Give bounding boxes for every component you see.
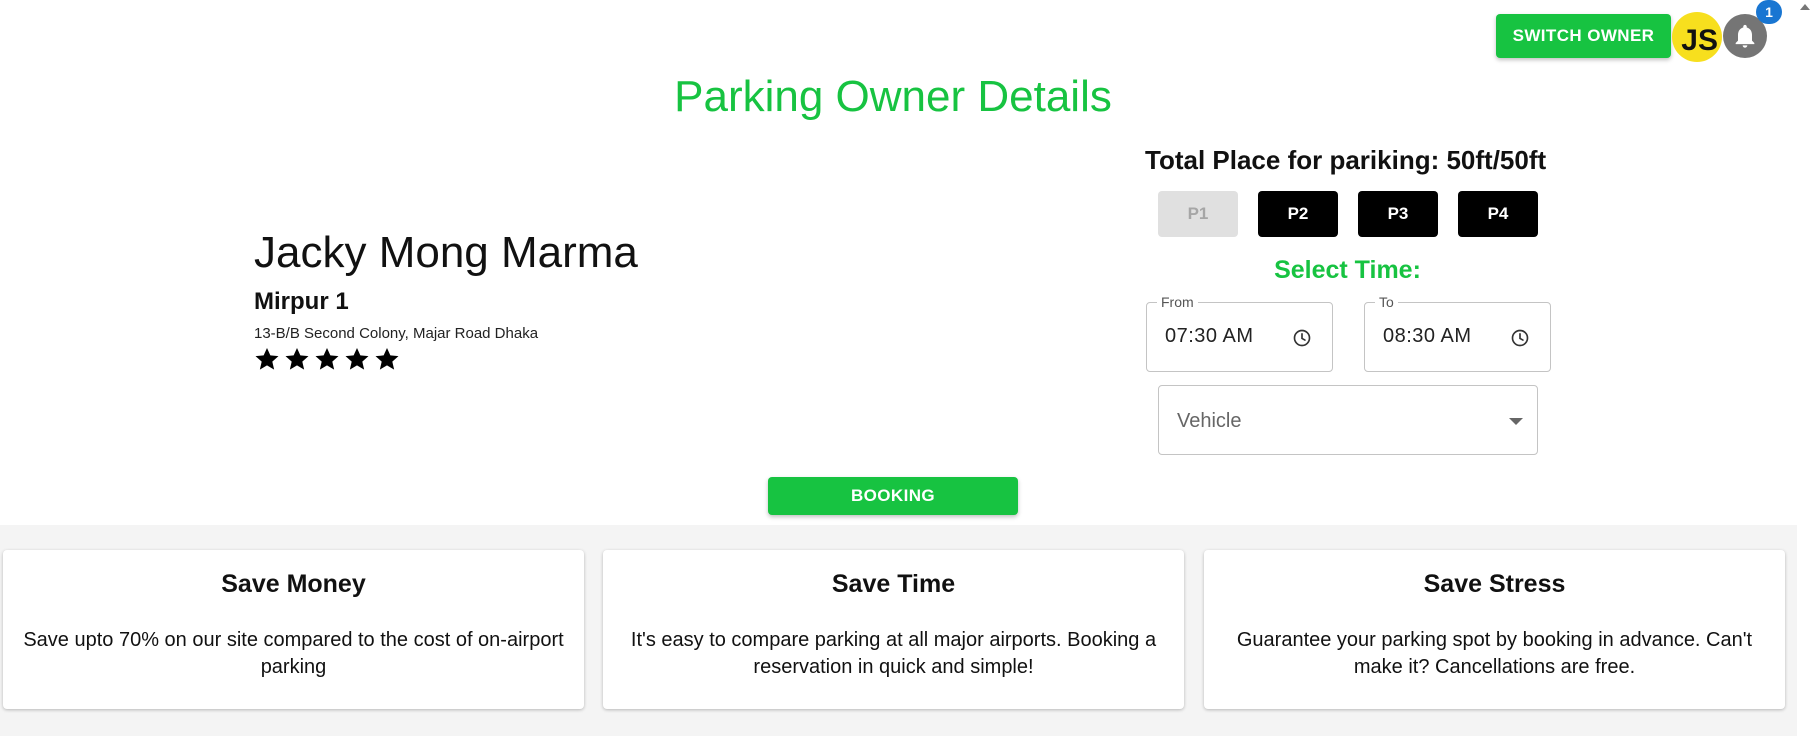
to-time-value[interactable]: 08:30 AM — [1383, 325, 1472, 348]
notification-badge: 1 — [1756, 0, 1782, 24]
features-section: Save Money Save upto 70% on our site com… — [0, 525, 1797, 736]
slot-button-p1[interactable]: P1 — [1158, 191, 1238, 237]
chevron-down-icon — [1509, 418, 1523, 425]
avatar[interactable]: JS — [1672, 12, 1722, 62]
feature-card-save-stress: Save Stress Guarantee your parking spot … — [1204, 550, 1785, 709]
feature-title: Save Stress — [1423, 570, 1566, 598]
bell-icon — [1735, 24, 1755, 48]
star-icon — [375, 347, 399, 370]
clock-icon[interactable] — [1292, 328, 1312, 348]
star-icon — [345, 347, 369, 370]
feature-text: Save upto 70% on our site compared to th… — [23, 629, 564, 678]
feature-card-save-time: Save Time It's easy to compare parking a… — [603, 550, 1184, 709]
owner-name: Jacky Mong Marma — [254, 228, 638, 277]
slot-button-p4[interactable]: P4 — [1458, 191, 1538, 237]
to-time-field[interactable]: To 08:30 AM — [1364, 294, 1551, 372]
star-icon — [285, 347, 309, 370]
from-label: From — [1157, 294, 1198, 310]
feature-title: Save Money — [221, 570, 366, 598]
slot-button-p2[interactable]: P2 — [1258, 191, 1338, 237]
scrollbar[interactable] — [1797, 0, 1811, 736]
vehicle-placeholder: Vehicle — [1177, 410, 1242, 432]
feature-card-save-money: Save Money Save upto 70% on our site com… — [3, 550, 584, 709]
page: SWITCH OWNER JS 1 Parking Owner Details … — [0, 0, 1811, 736]
feature-text: Guarantee your parking spot by booking i… — [1236, 629, 1753, 678]
feature-text: It's easy to compare parking at all majo… — [630, 629, 1157, 678]
from-time-value[interactable]: 07:30 AM — [1165, 325, 1254, 348]
clock-icon[interactable] — [1510, 328, 1530, 348]
booking-button[interactable]: BOOKING — [768, 477, 1018, 515]
slot-button-p3[interactable]: P3 — [1358, 191, 1438, 237]
star-icon — [315, 347, 339, 370]
owner-area: Mirpur 1 — [254, 288, 349, 315]
to-label: To — [1375, 294, 1398, 310]
switch-owner-button[interactable]: SWITCH OWNER — [1496, 14, 1671, 58]
rating-stars — [254, 346, 400, 372]
owner-address: 13-B/B Second Colony, Majar Road Dhaka — [254, 325, 539, 342]
scroll-up-arrow[interactable] — [1800, 4, 1810, 10]
select-time-label: Select Time: — [1274, 256, 1421, 284]
feature-title: Save Time — [831, 570, 956, 598]
from-time-field[interactable]: From 07:30 AM — [1146, 294, 1333, 372]
page-title: Parking Owner Details — [674, 72, 1112, 121]
avatar-text: JS — [1681, 24, 1718, 57]
star-icon — [255, 347, 279, 370]
vehicle-select[interactable]: Vehicle — [1158, 385, 1538, 455]
total-place-label: Total Place for pariking: 50ft/50ft — [1145, 145, 1547, 175]
